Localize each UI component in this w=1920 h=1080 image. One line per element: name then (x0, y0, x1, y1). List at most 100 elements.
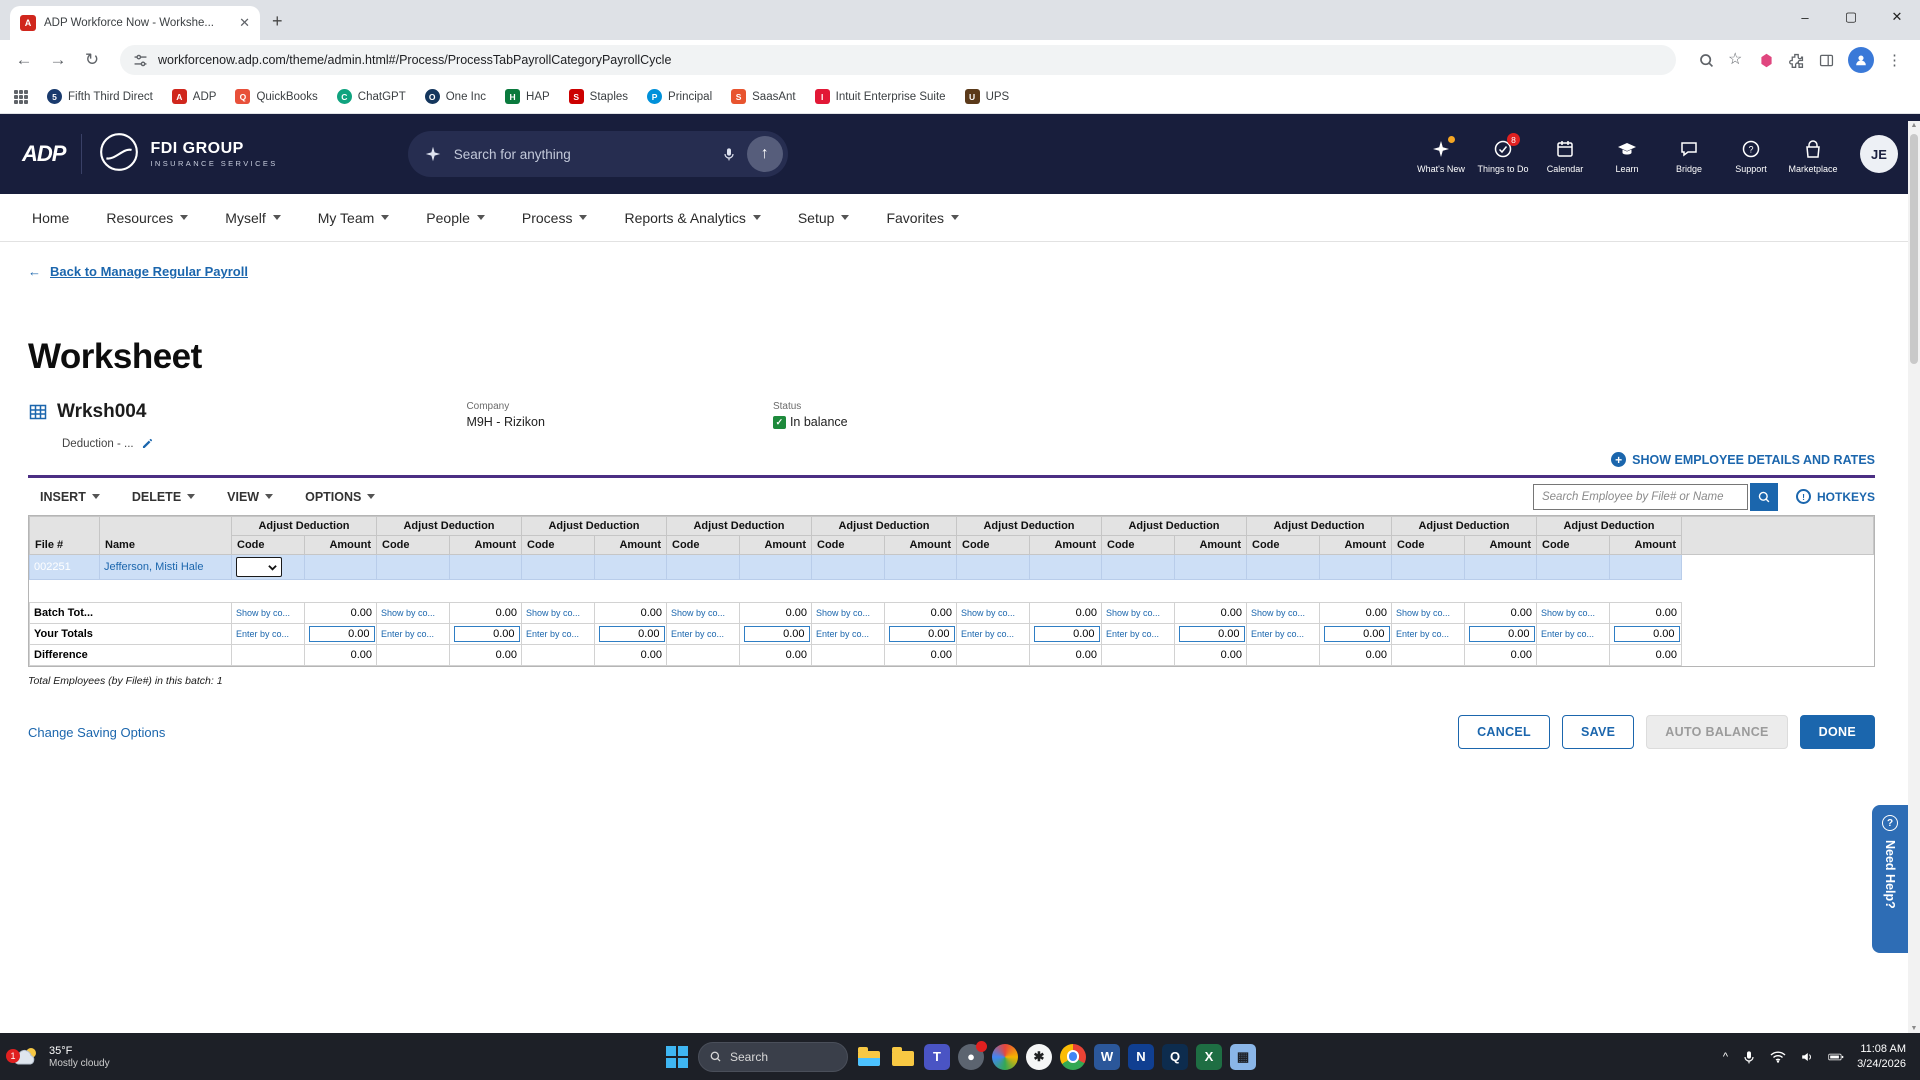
show-by-code-link[interactable]: Show by co... (1106, 608, 1160, 618)
marketplace-button[interactable]: Marketplace (1782, 134, 1844, 174)
nav-item-process[interactable]: Process (522, 210, 588, 226)
nav-item-resources[interactable]: Resources (106, 210, 188, 226)
show-by-code-link[interactable]: Show by co... (526, 608, 580, 618)
nav-item-favorites[interactable]: Favorites (886, 210, 959, 226)
calendar-button[interactable]: Calendar (1534, 134, 1596, 174)
employee-search-button[interactable] (1750, 483, 1778, 511)
show-by-code-link[interactable]: Show by co... (816, 608, 870, 618)
deduction-code-cell[interactable] (1102, 555, 1175, 580)
bookmark-item[interactable]: PPrincipal (647, 89, 712, 104)
page-scrollbar[interactable]: ▲ ▼ (1908, 121, 1920, 1033)
taskbar-clock[interactable]: 11:08 AM 3/24/2026 (1857, 1042, 1906, 1072)
delete-menu-button[interactable]: DELETE (132, 490, 195, 504)
browser-menu-icon[interactable]: ⋮ (1887, 51, 1902, 69)
pinned-extension-icon[interactable] (1758, 52, 1775, 69)
deduction-code-cell[interactable] (667, 555, 740, 580)
enter-by-code-link[interactable]: Enter by co... (381, 629, 434, 639)
enter-by-code-link[interactable]: Enter by co... (961, 629, 1014, 639)
reload-icon[interactable]: ↻ (78, 50, 106, 70)
photos-icon[interactable] (992, 1044, 1018, 1070)
calculator-icon[interactable]: ▦ (1230, 1044, 1256, 1070)
minimize-icon[interactable]: – (1782, 0, 1828, 34)
weather-widget[interactable]: 1 35°F Mostly cloudy (0, 1044, 110, 1069)
options-menu-button[interactable]: OPTIONS (305, 490, 375, 504)
show-by-code-link[interactable]: Show by co... (1541, 608, 1595, 618)
your-total-amount-input[interactable]: 0.00 (1469, 626, 1535, 642)
deduction-amount-cell[interactable] (594, 555, 667, 580)
your-total-amount-input[interactable]: 0.00 (1034, 626, 1100, 642)
scroll-down-icon[interactable]: ▼ (1908, 1025, 1920, 1032)
bookmark-item[interactable]: QQuickBooks (235, 89, 317, 104)
battery-icon[interactable] (1828, 1049, 1844, 1065)
tab-close-icon[interactable]: ✕ (239, 15, 250, 31)
nav-item-my-team[interactable]: My Team (318, 210, 390, 226)
new-tab-icon[interactable]: + (272, 11, 283, 32)
nav-item-reports-analytics[interactable]: Reports & Analytics (624, 210, 760, 226)
user-avatar[interactable]: JE (1860, 135, 1898, 173)
global-search[interactable]: ↑ (408, 131, 788, 177)
enter-by-code-link[interactable]: Enter by co... (1396, 629, 1449, 639)
excel-icon[interactable]: X (1196, 1044, 1222, 1070)
bookmark-item[interactable]: AADP (172, 89, 217, 104)
your-total-amount-input[interactable]: 0.00 (1324, 626, 1390, 642)
bookmark-item[interactable]: 5Fifth Third Direct (47, 89, 153, 104)
show-employee-details-link[interactable]: + SHOW EMPLOYEE DETAILS AND RATES (1611, 452, 1875, 467)
deduction-code-dropdown[interactable] (236, 557, 282, 577)
close-icon[interactable]: ✕ (1874, 0, 1920, 34)
change-saving-options-link[interactable]: Change Saving Options (28, 725, 165, 740)
volume-icon[interactable] (1799, 1049, 1815, 1065)
bookmark-item[interactable]: CChatGPT (337, 89, 406, 104)
deduction-code-cell[interactable] (957, 555, 1030, 580)
hotkeys-link[interactable]: ! HOTKEYS (1796, 489, 1875, 504)
search-submit-icon[interactable]: ↑ (747, 136, 783, 172)
deduction-amount-cell[interactable] (304, 555, 377, 580)
back-link[interactable]: ← Back to Manage Regular Payroll (28, 264, 1920, 279)
bookmark-item[interactable]: UUPS (965, 89, 1010, 104)
deduction-amount-cell[interactable] (1609, 555, 1682, 580)
bridge-button[interactable]: Bridge (1658, 134, 1720, 174)
deduction-amount-cell[interactable] (1319, 555, 1392, 580)
side-panel-icon[interactable] (1818, 52, 1835, 69)
show-by-code-link[interactable]: Show by co... (381, 608, 435, 618)
folder-icon[interactable] (890, 1044, 916, 1070)
show-by-code-link[interactable]: Show by co... (1251, 608, 1305, 618)
insert-menu-button[interactable]: INSERT (40, 490, 100, 504)
nav-item-setup[interactable]: Setup (798, 210, 850, 226)
support-button[interactable]: ? Support (1720, 134, 1782, 174)
teams-icon[interactable]: T (924, 1044, 950, 1070)
chrome-icon[interactable] (1060, 1044, 1086, 1070)
forward-icon[interactable]: → (44, 50, 72, 70)
site-settings-icon[interactable] (132, 52, 149, 69)
need-help-tab[interactable]: ? Need Help? (1872, 805, 1908, 953)
deduction-code-cell[interactable] (812, 555, 885, 580)
show-by-code-link[interactable]: Show by co... (236, 608, 290, 618)
view-menu-button[interactable]: VIEW (227, 490, 273, 504)
your-total-amount-input[interactable]: 0.00 (1179, 626, 1245, 642)
deduction-code-cell[interactable] (1392, 555, 1465, 580)
word-icon[interactable]: W (1094, 1044, 1120, 1070)
deduction-amount-cell[interactable] (1029, 555, 1102, 580)
enter-by-code-link[interactable]: Enter by co... (1251, 629, 1304, 639)
bookmark-star-icon[interactable]: ☆ (1728, 52, 1745, 69)
onenote-icon[interactable]: N (1128, 1044, 1154, 1070)
apps-grid-icon[interactable] (14, 90, 28, 104)
microphone-icon[interactable] (721, 146, 737, 162)
things-to-do-button[interactable]: 8 Things to Do (1472, 134, 1534, 174)
employee-name[interactable]: Jefferson, Misti Hale (100, 555, 232, 580)
whats-new-button[interactable]: What's New (1410, 134, 1472, 174)
enter-by-code-link[interactable]: Enter by co... (1106, 629, 1159, 639)
your-total-amount-input[interactable]: 0.00 (599, 626, 665, 642)
deduction-code-cell[interactable] (377, 555, 450, 580)
bookmark-item[interactable]: SStaples (569, 89, 628, 104)
find-icon[interactable] (1698, 52, 1715, 69)
deduction-code-cell[interactable] (1247, 555, 1320, 580)
deduction-amount-cell[interactable] (739, 555, 812, 580)
back-icon[interactable]: ← (10, 50, 38, 70)
enter-by-code-link[interactable]: Enter by co... (526, 629, 579, 639)
your-total-amount-input[interactable]: 0.00 (889, 626, 955, 642)
done-button[interactable]: DONE (1800, 715, 1875, 749)
deduction-code-cell[interactable] (1537, 555, 1610, 580)
save-button[interactable]: SAVE (1562, 715, 1634, 749)
deduction-amount-cell[interactable] (884, 555, 957, 580)
bookmark-item[interactable]: HHAP (505, 89, 550, 104)
